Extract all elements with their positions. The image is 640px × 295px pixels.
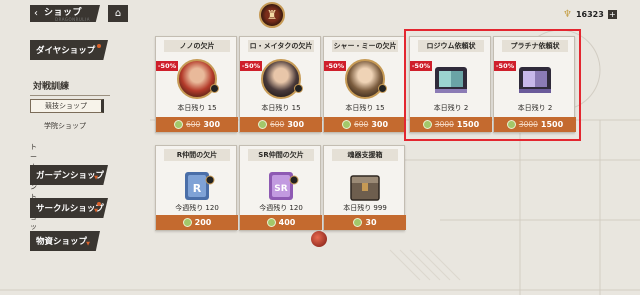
sidebar-tab-label: ダイヤショップ [36, 46, 96, 56]
currency-icon: ♆ [563, 8, 572, 20]
character-shard-icon [261, 59, 303, 99]
price-bar[interactable]: 200 [156, 215, 238, 230]
sidebar-item-arena-shop[interactable]: 競技ショップ [30, 99, 104, 113]
selection-highlight [404, 29, 581, 141]
sale-price: 200 [194, 218, 212, 227]
coin-icon [353, 218, 363, 227]
discount-badge: -50% [240, 61, 262, 71]
item-title: R仲間の欠片 [164, 149, 230, 161]
sidebar-tab-label: 物資ショップ [36, 237, 88, 247]
add-currency-button[interactable]: + [607, 9, 617, 19]
sidebar-item-academy-shop[interactable]: 学院ショップ [30, 119, 104, 133]
original-price: 600 [353, 120, 369, 129]
sidebar-tab-supply-shop[interactable]: 物資ショップ ▼ [30, 231, 100, 251]
sidebar-item-tournament-shop[interactable]: トーナメントショップ [30, 142, 37, 242]
sale-price: 300 [203, 120, 221, 129]
home-button[interactable]: ⌂ [108, 5, 128, 22]
chevron-left-icon: ‹ [34, 8, 38, 19]
notification-dot [97, 202, 101, 206]
currency-display: ♆ 16323 + [563, 7, 617, 21]
shop-item-card[interactable]: ロ・メイタクの欠片 -50% 本日残り 15 600 300 [239, 36, 322, 133]
stock-remaining: 本日残り 15 [177, 104, 217, 112]
chevron-down-icon: ▼ [86, 241, 90, 247]
home-icon: ⌂ [114, 8, 122, 19]
stock-remaining: 本日残り 999 [343, 204, 387, 212]
top-bar: ‹ ショップ DRAGONRULIA ⌂ ♜ ♆ 16323 + [0, 0, 640, 28]
shop-item-card[interactable]: シャー・ミーの欠片 -50% 本日残り 15 600 300 [323, 36, 406, 133]
sidebar-group-battle-training[interactable]: 対戦訓練 [30, 78, 110, 96]
item-title: ロ・メイタクの欠片 [248, 40, 314, 52]
coin-icon [257, 120, 267, 129]
sidebar-tab-diamond-shop[interactable]: ダイヤショップ [30, 40, 108, 60]
floating-orb-icon[interactable] [311, 231, 327, 247]
price-bar[interactable]: 400 [240, 215, 322, 230]
sidebar-item-label: 学院ショップ [44, 122, 86, 130]
discount-badge: -50% [156, 61, 178, 71]
shop-item-card[interactable]: SR仲間の欠片 SR 今週残り 120 400 [239, 145, 322, 231]
shop-item-card[interactable]: R仲間の欠片 R 今週残り 120 200 [155, 145, 238, 231]
rarity-shard-icon: R [177, 166, 217, 206]
shop-item-card[interactable]: ノノの欠片 -50% 本日残り 15 600 300 [155, 36, 238, 133]
stock-remaining: 今週残り 120 [259, 204, 303, 212]
item-title: 魂器支援箱 [332, 149, 398, 161]
price-bar[interactable]: 30 [324, 215, 406, 230]
sidebar-tab-garden-shop[interactable]: ガーデンショップ ▼ [30, 165, 108, 185]
notification-dot [97, 44, 101, 48]
currency-amount: 16323 [575, 9, 604, 19]
support-box-icon [345, 166, 385, 206]
item-title: シャー・ミーの欠片 [332, 40, 398, 52]
price-bar[interactable]: 600 300 [240, 117, 322, 132]
chevron-down-icon: ▼ [94, 175, 98, 181]
shop-emblem-icon: ♜ [259, 2, 285, 28]
original-price: 600 [269, 120, 285, 129]
rarity-shard-icon: SR [261, 166, 301, 206]
sidebar-item-label: 競技ショップ [45, 102, 87, 110]
price-bar[interactable]: 600 300 [324, 117, 406, 132]
price-bar[interactable]: 600 300 [156, 117, 238, 132]
stock-remaining: 今週残り 120 [175, 204, 219, 212]
sidebar-tab-circle-shop[interactable]: サークルショップ ▼ [30, 198, 108, 218]
character-shard-icon [177, 59, 219, 99]
discount-badge: -50% [324, 61, 346, 71]
coin-icon [341, 120, 351, 129]
sale-price: 300 [371, 120, 389, 129]
sale-price: 30 [365, 218, 377, 227]
coin-icon [182, 218, 192, 227]
coin-icon [266, 218, 276, 227]
item-title: SR仲間の欠片 [248, 149, 314, 161]
item-title: ノノの欠片 [164, 40, 230, 52]
shop-item-card[interactable]: 魂器支援箱 本日残り 999 30 [323, 145, 406, 231]
sale-price: 400 [278, 218, 296, 227]
page-subtitle: DRAGONRULIA [55, 17, 90, 22]
coin-icon [173, 120, 183, 129]
stock-remaining: 本日残り 15 [345, 104, 385, 112]
svg-text:R: R [193, 182, 202, 195]
chevron-down-icon: ▼ [94, 208, 98, 214]
original-price: 600 [185, 120, 201, 129]
stock-remaining: 本日残り 15 [261, 104, 301, 112]
sale-price: 300 [287, 120, 305, 129]
character-shard-icon [345, 59, 387, 99]
svg-text:SR: SR [274, 184, 287, 194]
